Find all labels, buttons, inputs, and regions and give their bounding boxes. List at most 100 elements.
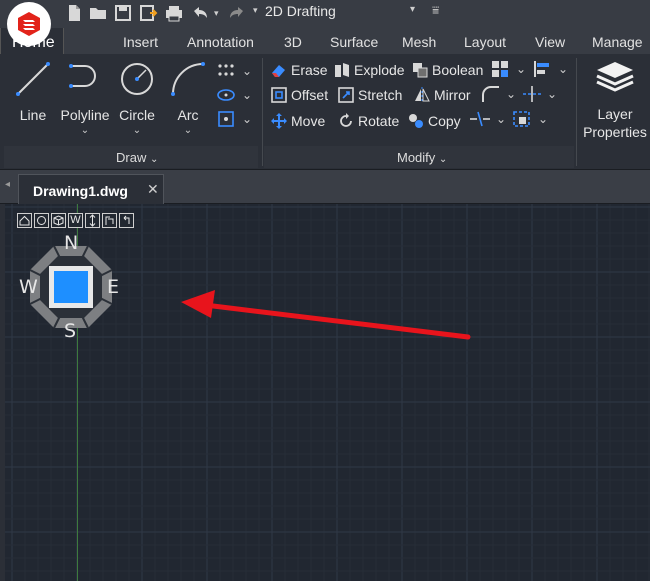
rotate-label: Rotate <box>358 113 400 129</box>
erase-label: Erase <box>291 62 328 78</box>
undo-icon[interactable] <box>190 3 210 23</box>
chevron-down-icon[interactable]: ⌄ <box>242 64 252 78</box>
layer-label-line1: Layer <box>597 106 633 122</box>
polyline-label: Polyline <box>60 107 110 123</box>
tab-insert[interactable]: Insert <box>123 34 158 50</box>
explode-button[interactable]: Explode <box>333 59 405 81</box>
rotate-button[interactable]: Rotate <box>337 110 403 132</box>
quick-access-toolbar: ▾ ▾ 2D Drafting ▾ ⩸ <box>0 0 650 46</box>
explode-icon <box>335 63 349 77</box>
app-logo-icon <box>18 12 40 36</box>
copy-button[interactable]: Copy <box>407 110 467 132</box>
chevron-down-icon[interactable]: ⌄ <box>538 112 548 126</box>
panel-divider <box>262 58 263 166</box>
layers-icon <box>596 62 634 92</box>
app-logo[interactable] <box>7 2 51 46</box>
chevron-down-icon[interactable]: ⌄ <box>547 87 557 101</box>
chevron-down-icon[interactable]: ⌄ <box>242 112 252 126</box>
eraser-icon <box>272 65 285 77</box>
tab-manage[interactable]: Manage <box>592 34 643 50</box>
tab-mesh[interactable]: Mesh <box>402 34 436 50</box>
array-icon[interactable] <box>490 60 510 78</box>
open-folder-icon[interactable] <box>88 3 108 23</box>
polyline-tool-button[interactable]: Polyline ⌄ <box>59 58 111 148</box>
tab-annotation[interactable]: Annotation <box>187 34 254 50</box>
arc-tool-button[interactable]: Arc ⌄ <box>163 58 213 148</box>
arc-label: Arc <box>177 107 199 123</box>
chevron-down-icon[interactable]: ⌄ <box>506 87 516 101</box>
chevron-down-icon[interactable]: ⌄ <box>242 88 252 102</box>
chevron-down-icon[interactable]: ⌄ <box>558 62 568 76</box>
fillet-icon[interactable] <box>480 85 502 103</box>
chevron-down-icon[interactable]: ⌄ <box>59 125 111 136</box>
chevron-down-icon[interactable]: ⌄ <box>112 125 162 136</box>
offset-icon <box>271 87 287 103</box>
print-icon[interactable] <box>164 3 184 23</box>
erase-button[interactable]: Erase <box>270 59 330 81</box>
offset-button[interactable]: Offset <box>270 84 332 106</box>
tab-view[interactable]: View <box>535 34 565 50</box>
tab-surface[interactable]: Surface <box>330 34 378 50</box>
ribbon: Draw ⌄ Line Polyline ⌄ Circle ⌄ Arc ⌄ ⌄ … <box>0 54 650 170</box>
hatch-dots-icon[interactable] <box>216 62 236 80</box>
layer-properties-button[interactable]: Layer Properties <box>582 58 648 148</box>
mirror-button[interactable]: Mirror <box>413 84 479 106</box>
break-icon[interactable] <box>469 110 491 128</box>
new-file-icon[interactable] <box>64 3 84 23</box>
tab-scroll-left-icon[interactable]: ◂ <box>5 179 10 190</box>
draw-panel-title[interactable]: Draw ⌄ <box>116 150 158 165</box>
offset-label: Offset <box>291 87 329 103</box>
stretch-button[interactable]: Stretch <box>337 84 407 106</box>
rectangle-icon[interactable] <box>216 110 236 128</box>
save-icon[interactable] <box>113 3 133 23</box>
rotate-icon <box>340 113 352 127</box>
copy-icon <box>409 114 423 128</box>
boolean-label: Boolean <box>432 62 484 78</box>
move-label: Move <box>291 113 326 129</box>
block-icon[interactable] <box>512 110 532 128</box>
undo-dropdown-icon[interactable]: ▾ <box>214 8 219 19</box>
move-icon <box>271 113 287 129</box>
modify-panel-title[interactable]: Modify ⌄ <box>397 150 447 165</box>
chevron-down-icon: ▾ <box>409 4 415 15</box>
layer-label-line2: Properties <box>583 124 647 140</box>
workspace-caret-icon: ▾ <box>253 5 258 15</box>
line-tool-button[interactable]: Line <box>8 58 58 148</box>
stretch-label: Stretch <box>358 87 403 103</box>
close-icon[interactable]: ✕ <box>147 181 159 198</box>
boolean-button[interactable]: Boolean <box>411 59 485 81</box>
line-icon <box>16 62 50 96</box>
arc-icon <box>171 62 205 96</box>
boolean-icon <box>413 63 428 78</box>
ribbon-tab-bar: Home Insert Annotation 3D Surface Mesh L… <box>0 28 650 55</box>
chevron-down-icon[interactable]: ⌄ <box>496 112 506 126</box>
drawing-canvas[interactable]: W N S E W <box>0 204 650 581</box>
move-button[interactable]: Move <box>270 110 330 132</box>
workspace-selector[interactable]: ▾ 2D Drafting ▾ <box>253 2 421 21</box>
ellipse-icon[interactable] <box>216 86 236 104</box>
workspace-label: 2D Drafting <box>265 3 336 19</box>
tab-3d[interactable]: 3D <box>284 34 302 50</box>
mirror-icon <box>415 87 430 103</box>
document-name: Drawing1.dwg <box>33 183 128 199</box>
circle-icon <box>121 63 153 95</box>
customize-icon[interactable]: ⩸ <box>432 3 439 18</box>
mirror-label: Mirror <box>434 87 471 103</box>
document-tab-bar: ◂ Drawing1.dwg ✕ <box>0 170 650 204</box>
tab-layout[interactable]: Layout <box>464 34 506 50</box>
panel-divider <box>576 58 577 166</box>
explode-label: Explode <box>354 62 405 78</box>
circle-label: Circle <box>119 107 155 123</box>
chevron-down-icon[interactable]: ⌄ <box>163 125 213 136</box>
redo-icon[interactable] <box>227 3 247 23</box>
polyline-icon <box>69 64 96 88</box>
trim-icon[interactable] <box>522 85 542 103</box>
copy-label: Copy <box>428 113 461 129</box>
document-tab[interactable]: Drawing1.dwg ✕ <box>18 174 164 204</box>
align-icon[interactable] <box>532 60 552 78</box>
save-as-icon[interactable] <box>138 3 158 23</box>
annotation-arrow <box>181 290 471 340</box>
chevron-down-icon[interactable]: ⌄ <box>516 62 526 76</box>
circle-tool-button[interactable]: Circle ⌄ <box>112 58 162 148</box>
stretch-icon <box>338 87 354 103</box>
